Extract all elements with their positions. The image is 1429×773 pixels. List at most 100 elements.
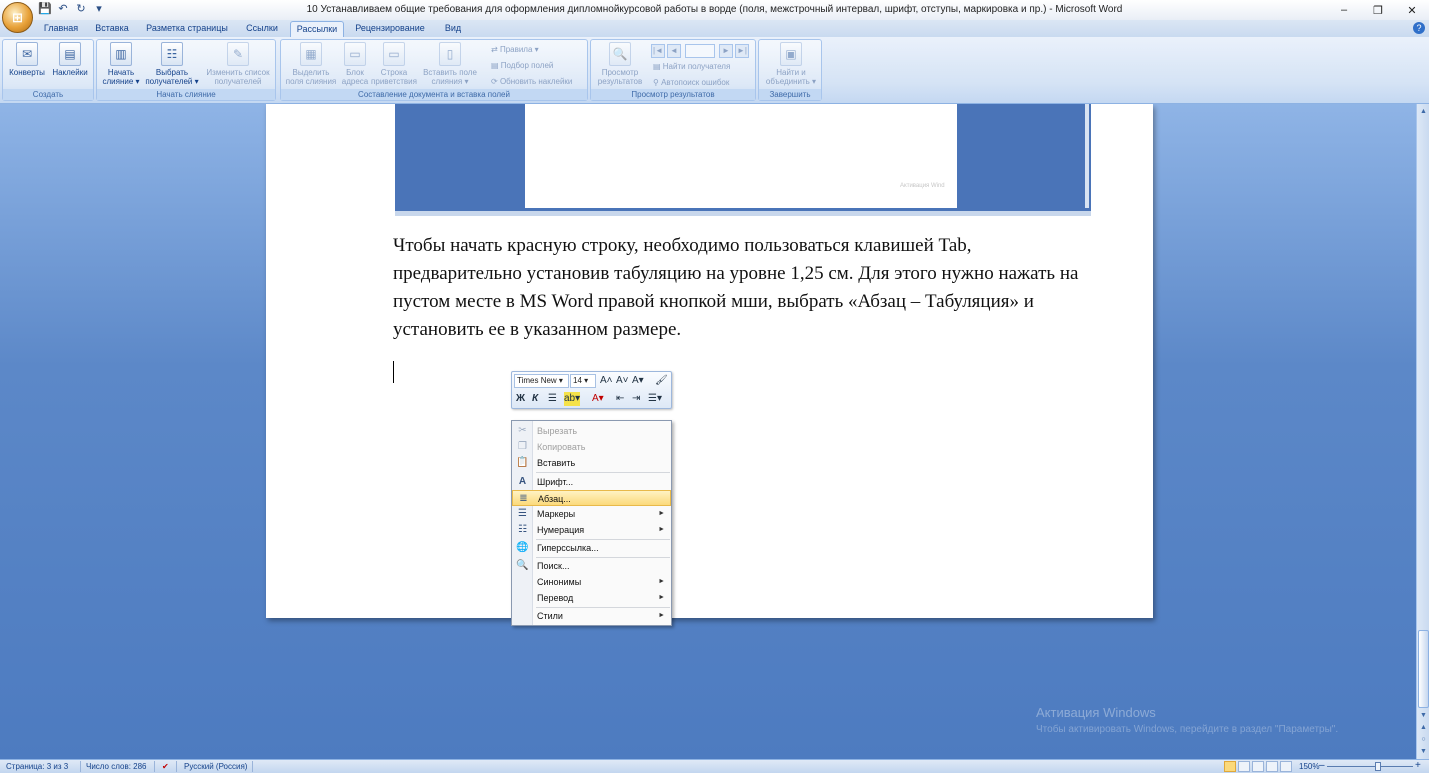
font-color-icon[interactable]: A▾ <box>592 392 604 406</box>
minimize-button[interactable]: – <box>1327 0 1361 20</box>
address-block-label-2: адреса <box>341 77 369 86</box>
preview-results-button[interactable]: 🔍 Просмотр результатов <box>593 42 647 86</box>
start-merge-button[interactable]: ▥ Начать слияние ▾ <box>99 42 143 86</box>
labels-button[interactable]: ▤ Наклейки <box>49 42 91 77</box>
zoom-in-icon[interactable]: + <box>1415 760 1421 771</box>
status-separator <box>252 761 253 772</box>
tab-home[interactable]: Главная <box>38 21 84 37</box>
scroll-thumb[interactable] <box>1418 630 1429 708</box>
highlight-color-icon[interactable]: ab▾ <box>564 392 581 406</box>
menu-item-hyperlink[interactable]: 🌐 Гиперссылка... <box>512 540 671 556</box>
menu-item-paste[interactable]: 📋 Вставить <box>512 455 671 471</box>
embedded-statusbar <box>395 211 1091 216</box>
tab-page-layout[interactable]: Разметка страницы <box>140 21 234 37</box>
activation-watermark-title: Активация Windows <box>1036 705 1156 720</box>
spellcheck-icon[interactable]: ✔ <box>162 762 169 771</box>
close-button[interactable]: ✕ <box>1395 0 1429 20</box>
tab-mailings[interactable]: Рассылки <box>290 21 344 37</box>
greeting-line-button[interactable]: ▭ Строка приветствия <box>371 42 417 86</box>
menu-item-font[interactable]: A Шрифт... <box>512 474 671 490</box>
web-layout-icon[interactable] <box>1252 761 1264 772</box>
scissors-icon: ✂ <box>518 425 527 436</box>
tab-references[interactable]: Ссылки <box>240 21 284 37</box>
draft-view-icon[interactable] <box>1280 761 1292 772</box>
labels-icon: ▤ <box>59 42 81 66</box>
font-size-select[interactable]: 14 ▾ <box>570 374 596 388</box>
start-merge-label-2: слияние ▾ <box>102 77 140 86</box>
print-layout-view-icon[interactable] <box>1224 761 1236 772</box>
menu-item-styles[interactable]: Стили ► <box>512 608 671 624</box>
address-block-button[interactable]: ▭ Блок адреса <box>339 42 371 86</box>
document-page[interactable]: Активация Wind Чтобы начать красную стро… <box>266 104 1153 618</box>
last-record-button[interactable]: ►| <box>735 44 749 58</box>
menu-item-synonyms[interactable]: Синонимы ► <box>512 574 671 590</box>
scroll-down-icon[interactable]: ▼ <box>1418 710 1429 721</box>
status-separator <box>154 761 155 772</box>
select-browse-object-icon[interactable]: ○ <box>1418 734 1429 745</box>
zoom-slider-track[interactable] <box>1327 766 1413 767</box>
next-page-icon[interactable]: ▼ <box>1418 746 1429 757</box>
font-icon: A <box>518 476 527 487</box>
menu-item-copy[interactable]: ❐ Копировать <box>512 439 671 455</box>
highlight-fields-icon: ▦ <box>300 42 322 66</box>
center-align-icon[interactable]: ☰ <box>548 392 557 406</box>
page-count[interactable]: Страница: 3 из 3 <box>6 762 68 771</box>
first-record-button[interactable]: |◄ <box>651 44 665 58</box>
bold-icon[interactable]: Ж <box>516 392 525 406</box>
help-icon[interactable]: ? <box>1413 22 1425 34</box>
auto-check-errors-button[interactable]: ⚲ Автопоиск ошибок <box>653 78 729 87</box>
menu-item-search[interactable]: 🔍 Поиск... <box>512 558 671 574</box>
italic-icon[interactable]: К <box>532 392 538 406</box>
increase-indent-icon[interactable]: ⇥ <box>632 392 640 406</box>
zoom-out-icon[interactable]: – <box>1319 760 1325 771</box>
font-name-select[interactable]: Times New ▾ <box>514 374 569 388</box>
vertical-scrollbar[interactable]: ▲ ▼ ▲ ○ ▼ <box>1416 104 1429 759</box>
search-icon: 🔍 <box>516 560 529 571</box>
tab-view[interactable]: Вид <box>436 21 470 37</box>
menu-item-numbering[interactable]: ☷ Нумерация ► <box>512 522 671 538</box>
highlight-fields-button[interactable]: ▦ Выделить поля слияния <box>283 42 339 86</box>
preview-label-2: результатов <box>597 77 643 86</box>
prev-record-button[interactable]: ◄ <box>667 44 681 58</box>
decrease-indent-icon[interactable]: ⇤ <box>616 392 624 406</box>
word-count[interactable]: Число слов: 286 <box>86 762 146 771</box>
next-record-button[interactable]: ► <box>719 44 733 58</box>
restore-button[interactable]: ❐ <box>1361 0 1395 20</box>
office-button[interactable]: ⊞ <box>2 2 33 33</box>
hyperlink-icon: 🌐 <box>516 542 529 553</box>
styles-icon[interactable]: A▾ <box>632 374 644 388</box>
rules-button[interactable]: ⇄ Правила ▾ <box>491 45 539 54</box>
language[interactable]: Русский (Россия) <box>184 762 247 771</box>
zoom-slider-thumb[interactable] <box>1375 762 1381 771</box>
finish-merge-button[interactable]: ▣ Найти и объединить ▾ <box>761 42 821 86</box>
menu-item-cut[interactable]: ✂ Вырезать <box>512 423 671 439</box>
bullets-icon[interactable]: ☰▾ <box>648 392 662 406</box>
zoom-level[interactable]: 150% <box>1299 762 1319 771</box>
edit-recipient-list-button[interactable]: ✎ Изменить список получателей <box>201 42 275 86</box>
format-painter-icon[interactable]: 🖌 <box>655 374 668 388</box>
menu-item-translate[interactable]: Перевод ► <box>512 590 671 606</box>
greeting-label: Строка <box>380 68 408 77</box>
shrink-font-icon[interactable]: A˅ <box>616 374 629 388</box>
envelopes-button[interactable]: ✉ Конверты <box>7 42 47 77</box>
record-number-input[interactable] <box>685 44 715 58</box>
find-recipient-button[interactable]: ▤ Найти получателя <box>653 62 730 71</box>
scroll-up-icon[interactable]: ▲ <box>1418 106 1429 117</box>
preview-label: Просмотр <box>601 68 639 77</box>
tab-insert[interactable]: Вставка <box>90 21 134 37</box>
match-fields-button[interactable]: ▤ Подбор полей <box>491 61 553 70</box>
outline-view-icon[interactable] <box>1266 761 1278 772</box>
menu-item-bullets[interactable]: ☰ Маркеры ► <box>512 506 671 522</box>
tab-review[interactable]: Рецензирование <box>350 21 430 37</box>
insert-merge-field-button[interactable]: ▯ Вставить поле слияния ▾ <box>417 42 483 86</box>
update-labels-button[interactable]: ⟳ Обновить наклейки <box>491 77 572 86</box>
full-screen-reading-icon[interactable] <box>1238 761 1250 772</box>
match-fields-label: Подбор полей <box>500 61 554 70</box>
group-finish-label: Завершить <box>759 89 821 100</box>
menu-item-paragraph[interactable]: ≣ Абзац... <box>512 490 671 506</box>
select-recipients-button[interactable]: ☷ Выбрать получателей ▾ <box>143 42 201 86</box>
prev-page-icon[interactable]: ▲ <box>1418 722 1429 733</box>
document-paragraph[interactable]: Чтобы начать красную строку, необходимо … <box>393 232 1083 344</box>
group-start-merge-label: Начать слияние <box>97 89 275 100</box>
grow-font-icon[interactable]: A˄ <box>600 374 613 388</box>
